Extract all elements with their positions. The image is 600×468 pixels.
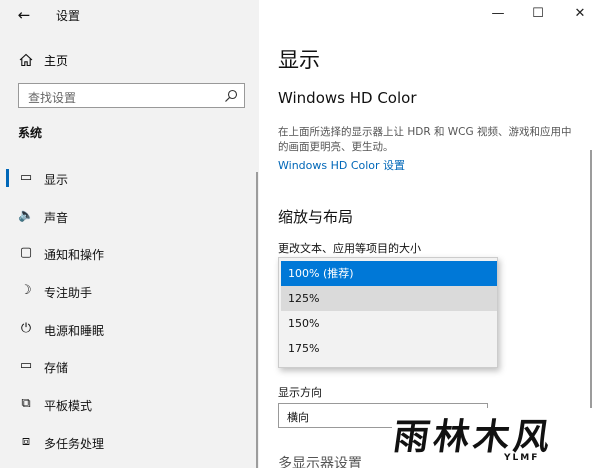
section-title: 系统 <box>18 126 43 140</box>
monitor-icon: ▭ <box>19 170 33 185</box>
scale-option-175[interactable]: 175% <box>281 336 497 361</box>
sidebar-item-label: 电源和睡眠 <box>44 323 105 338</box>
search-icon[interactable] <box>224 89 238 103</box>
sidebar-item-label: 通知和操作 <box>44 248 105 263</box>
sidebar-item-label: 平板模式 <box>44 399 93 414</box>
sidebar-item-tablet-mode[interactable]: ⧉ 平板模式 <box>0 386 259 424</box>
multitask-icon: ⧈ <box>21 433 31 449</box>
scale-section-title: 缩放与布局 <box>278 208 354 226</box>
sidebar-item-label: 专注助手 <box>44 286 93 301</box>
back-button[interactable]: ← <box>12 4 36 26</box>
minimize-button[interactable]: — <box>480 3 516 25</box>
scale-label: 更改文本、应用等项目的大小 <box>278 242 421 255</box>
storage-icon: ▭ <box>19 358 33 374</box>
speaker-icon: 🔈 <box>18 207 35 223</box>
tablet-icon: ⧉ <box>21 396 31 412</box>
scale-option-125[interactable]: 125% <box>281 286 497 311</box>
multi-display-section-title: 多显示器设置 <box>278 456 362 468</box>
watermark-subtext: YLMF <box>504 453 540 463</box>
sidebar-scrollbar[interactable] <box>256 172 258 468</box>
watermark-logo: 雨林木风 YLMF <box>391 408 600 468</box>
nav-list: ▭ 显示 🔈 声音 ▢ 通知和操作 ☽ 专注助手 ⏻ 电源和睡眠 ▭ 存储 ⧉ … <box>0 160 259 462</box>
scale-option-150[interactable]: 150% <box>281 311 497 336</box>
search-placeholder: 查找设置 <box>28 91 77 105</box>
scale-option-100[interactable]: 100% (推荐) <box>281 261 497 286</box>
home-icon <box>19 53 33 67</box>
sidebar-item-label: 存储 <box>44 361 69 376</box>
sidebar-item-display[interactable]: ▭ 显示 <box>0 160 259 198</box>
sidebar-item-label: 显示 <box>44 173 69 187</box>
sidebar: ← 设置 主页 查找设置 系统 ▭ 显示 🔈 声音 ▢ 通知和操作 ☽ 专注助手… <box>0 0 259 468</box>
page-title: 显示 <box>278 48 320 72</box>
sidebar-item-multitasking[interactable]: ⧈ 多任务处理 <box>0 424 259 462</box>
notification-icon: ▢ <box>19 245 33 261</box>
maximize-button[interactable]: ☐ <box>520 3 556 25</box>
window-controls: — ☐ ✕ <box>480 0 600 30</box>
app-title: 设置 <box>56 9 81 23</box>
orientation-value: 横向 <box>287 411 309 424</box>
hdr-settings-link[interactable]: Windows HD Color 设置 <box>278 157 405 173</box>
home-label: 主页 <box>44 54 69 68</box>
scale-dropdown-list: 100% (推荐) 125% 150% 175% <box>278 257 498 368</box>
sidebar-item-power-sleep[interactable]: ⏻ 电源和睡眠 <box>0 311 259 349</box>
sidebar-item-notifications[interactable]: ▢ 通知和操作 <box>0 235 259 273</box>
active-indicator <box>6 169 9 187</box>
title-bar: ← 设置 <box>0 0 259 30</box>
orientation-label: 显示方向 <box>278 386 322 399</box>
close-button[interactable]: ✕ <box>562 3 598 25</box>
sidebar-item-focus-assist[interactable]: ☽ 专注助手 <box>0 273 259 311</box>
arrow-left-icon: ← <box>17 6 31 24</box>
power-icon: ⏻ <box>20 320 32 336</box>
hdr-description: 在上面所选择的显示器上让 HDR 和 WCG 视频、游戏和应用中的画面更明亮、更… <box>278 126 572 153</box>
moon-icon: ☽ <box>20 283 32 299</box>
sidebar-item-sound[interactable]: 🔈 声音 <box>0 198 259 236</box>
sidebar-item-label: 声音 <box>44 210 69 225</box>
home-link[interactable]: 主页 <box>0 48 259 72</box>
main-content: — ☐ ✕ 显示 Windows HD Color 在上面所选择的显示器上让 H… <box>259 0 600 468</box>
hdr-section-title: Windows HD Color <box>278 89 417 107</box>
sidebar-item-label: 多任务处理 <box>44 436 105 451</box>
sidebar-item-storage[interactable]: ▭ 存储 <box>0 348 259 386</box>
search-input[interactable]: 查找设置 <box>18 83 245 108</box>
